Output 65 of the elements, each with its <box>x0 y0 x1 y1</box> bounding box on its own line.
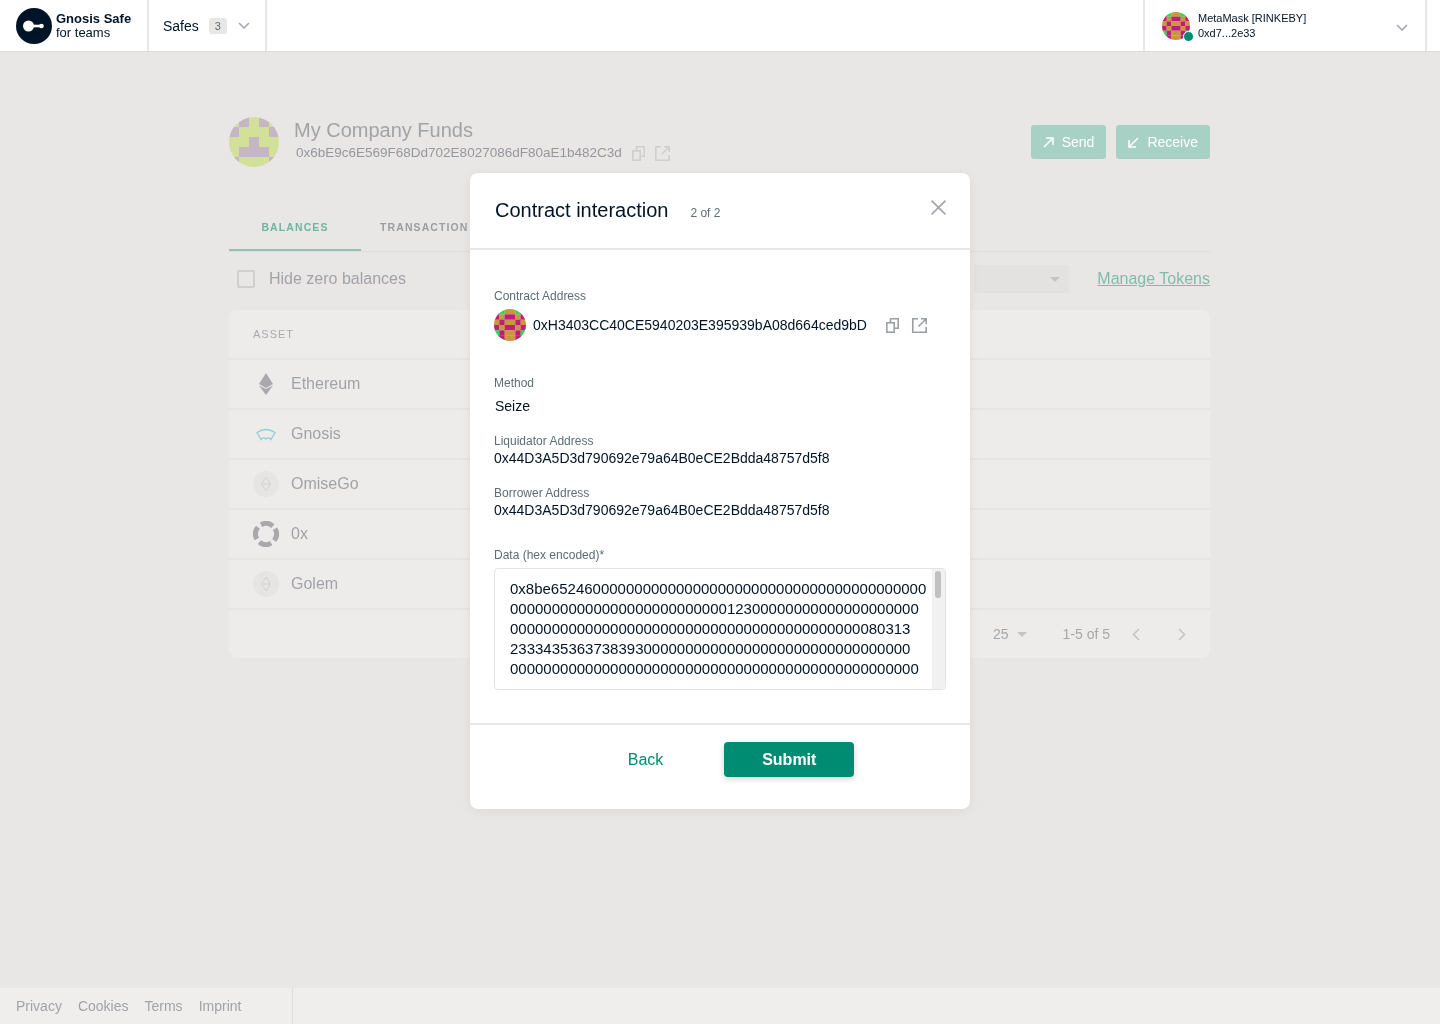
send-button[interactable]: Send <box>1030 125 1107 159</box>
column-header: ASSET <box>253 328 295 340</box>
diamond-icon <box>259 373 273 395</box>
checkbox-label: Hide zero balances <box>269 270 406 288</box>
back-button[interactable]: Back <box>627 747 664 772</box>
caret-down-icon <box>1050 276 1061 282</box>
footer-link[interactable]: Terms <box>144 998 183 1014</box>
field-value: 0x44D3A5D3d790692e79a64B0eCE2Bdda48757d5f8 <box>494 501 831 519</box>
footer-link[interactable]: Cookies <box>77 998 129 1014</box>
caret-down-icon <box>1016 631 1027 637</box>
chevron-right-icon[interactable] <box>1178 627 1186 641</box>
safe-address: 0x6bE9c6E569F68Dd702E8027086dF80aE1b482C3d <box>296 144 622 162</box>
submit-button[interactable]: Submit <box>724 742 855 777</box>
safes-menu-label[interactable]: Safes <box>163 17 199 34</box>
token-placeholder-icon <box>253 471 279 497</box>
field-label: Data (hex encoded)* <box>494 548 606 562</box>
asset-name: Ethereum <box>291 375 361 393</box>
chevron-down-icon[interactable] <box>237 22 250 29</box>
field-label: Method <box>494 376 536 390</box>
modal-title: Contract interaction <box>495 199 669 222</box>
method-value: Seize <box>495 397 532 415</box>
step-counter: 2 of 2 <box>690 206 721 220</box>
contract-address: 0xH3403CC40CE5940203E395939bA08d664ced9bD <box>533 316 867 334</box>
tab[interactable]: BALANCES <box>229 205 361 251</box>
chevron-down-icon[interactable] <box>1396 23 1408 31</box>
external-link-icon[interactable] <box>654 145 670 161</box>
ring-icon <box>253 521 279 547</box>
page-range: 1-5 of 5 <box>1062 626 1110 642</box>
field-label: Contract Address <box>494 289 588 303</box>
asset-name: OmiseGo <box>291 475 359 493</box>
data-textarea[interactable]: 0x8be65246000000000000000000000000000000000000000000000000000000000000000000123000000000000000000000000000000000000000000000000000000000000000803132333435363738393000000000000000000000000000000000000000000000000000000000000000000000000000000000 <box>494 568 946 690</box>
scrollbar[interactable] <box>932 569 945 689</box>
checkbox[interactable] <box>237 270 255 288</box>
asset-name: Gnosis <box>291 425 341 443</box>
copy-icon[interactable] <box>885 317 899 333</box>
copy-icon[interactable] <box>631 145 645 161</box>
footer-link[interactable]: Privacy <box>16 998 62 1014</box>
footer-link[interactable]: Imprint <box>198 998 242 1014</box>
manage-tokens-link[interactable]: Manage Tokens <box>1097 270 1210 288</box>
logo-icon <box>16 7 52 44</box>
arrow-down-left-icon <box>1128 136 1140 148</box>
asset-name: Golem <box>291 575 339 593</box>
safe-name: My Company Funds <box>294 118 474 143</box>
count-badge: 3 <box>208 17 227 34</box>
field-label: Liquidator Address <box>494 434 595 448</box>
identicon-icon <box>229 117 279 167</box>
wing-outline-icon <box>256 427 276 441</box>
brand-title: Gnosis Safe <box>56 11 132 26</box>
identicon-icon <box>1162 11 1190 40</box>
receive-button[interactable]: Receive <box>1116 125 1210 159</box>
wallet-name: MetaMask [RINKEBY] <box>1198 10 1307 26</box>
identicon-icon <box>494 309 526 341</box>
close-icon[interactable] <box>931 199 946 215</box>
external-link-icon[interactable] <box>911 317 927 333</box>
field-value: 0x44D3A5D3d790692e79a64B0eCE2Bdda48757d5f8 <box>494 449 831 467</box>
tab[interactable]: TRANSACTION <box>361 205 469 251</box>
field-label: Borrower Address <box>494 486 591 500</box>
chevron-left-icon[interactable] <box>1132 627 1140 641</box>
rows-per-page-select[interactable]: 25 <box>992 626 1027 642</box>
select-field[interactable] <box>974 265 1070 293</box>
wallet-address: 0xd7...2e33 <box>1198 25 1257 41</box>
token-placeholder-icon <box>253 571 279 597</box>
asset-name: 0x <box>291 525 308 543</box>
arrow-up-right-icon <box>1042 136 1054 148</box>
brand-subtitle: for teams <box>56 25 112 40</box>
